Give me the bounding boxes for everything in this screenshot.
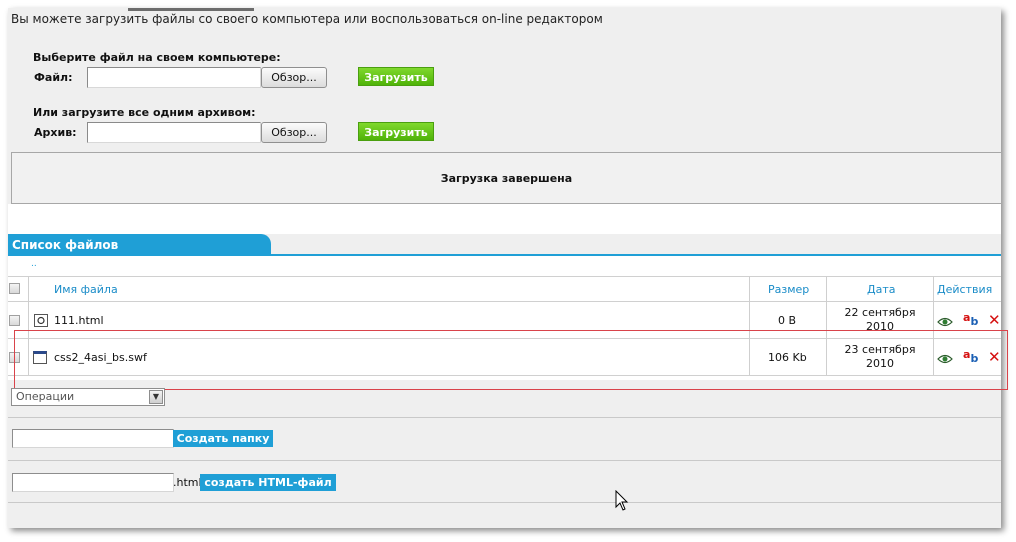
- col-header-name[interactable]: Имя файла: [54, 283, 118, 296]
- upload-archive-button[interactable]: Загрузить: [358, 122, 434, 141]
- operations-selected: Операции: [16, 390, 75, 403]
- html-file-name-input[interactable]: [12, 473, 174, 492]
- col-header-size[interactable]: Размер: [768, 283, 809, 296]
- browse-file-button[interactable]: Обзор...: [261, 67, 327, 88]
- file-list-tab[interactable]: Список файлов: [8, 234, 271, 256]
- row-checkbox[interactable]: [9, 315, 20, 326]
- rename-icon[interactable]: ab: [963, 311, 978, 328]
- folder-name-input[interactable]: [12, 429, 174, 448]
- col-header-actions: Действия: [937, 283, 993, 296]
- table-top-border: [8, 276, 1001, 277]
- create-folder-button[interactable]: Создать папку: [173, 430, 273, 447]
- file-path-input[interactable]: [87, 67, 261, 88]
- archive-label: Архив:: [34, 126, 77, 139]
- upload-status-message: Загрузка завершена: [440, 172, 573, 185]
- highlight-frame: [14, 330, 1008, 390]
- upload-file-button[interactable]: Загрузить: [358, 67, 434, 86]
- chevron-down-icon[interactable]: ▼: [149, 390, 163, 404]
- file-date-day: 22 сентября: [844, 306, 916, 319]
- file-name-link[interactable]: 111.html: [54, 314, 104, 327]
- top-tab-strip: [128, 8, 254, 11]
- parent-dir-link[interactable]: ..: [31, 259, 37, 269]
- select-all-checkbox[interactable]: [9, 283, 20, 294]
- html-file-icon: [34, 314, 48, 327]
- eye-icon[interactable]: [937, 316, 953, 327]
- archive-path-input[interactable]: [87, 122, 261, 143]
- html-extension-label: .html: [173, 476, 202, 489]
- operations-select[interactable]: Операции ▼: [11, 388, 165, 406]
- file-size: 0 B: [778, 314, 797, 327]
- create-html-file-button[interactable]: создать HTML-файл: [200, 474, 336, 491]
- file-label: Файл:: [34, 71, 73, 84]
- intro-text: Вы можете загрузить файлы со своего комп…: [11, 12, 603, 26]
- spacer: [8, 204, 1001, 234]
- upload-file-heading: Выберите файл на своем компьютере:: [33, 51, 281, 64]
- delete-icon[interactable]: ✕: [988, 313, 1001, 328]
- divider: [8, 502, 1001, 503]
- col-header-date[interactable]: Дата: [867, 283, 895, 296]
- header-bottom-border: [8, 301, 1001, 302]
- divider: [8, 417, 1001, 418]
- upload-archive-heading: Или загрузите все одним архивом:: [33, 106, 256, 119]
- upload-status-box: Загрузка завершена: [11, 152, 1002, 204]
- divider: [8, 460, 1001, 461]
- browse-archive-button[interactable]: Обзор...: [261, 122, 327, 143]
